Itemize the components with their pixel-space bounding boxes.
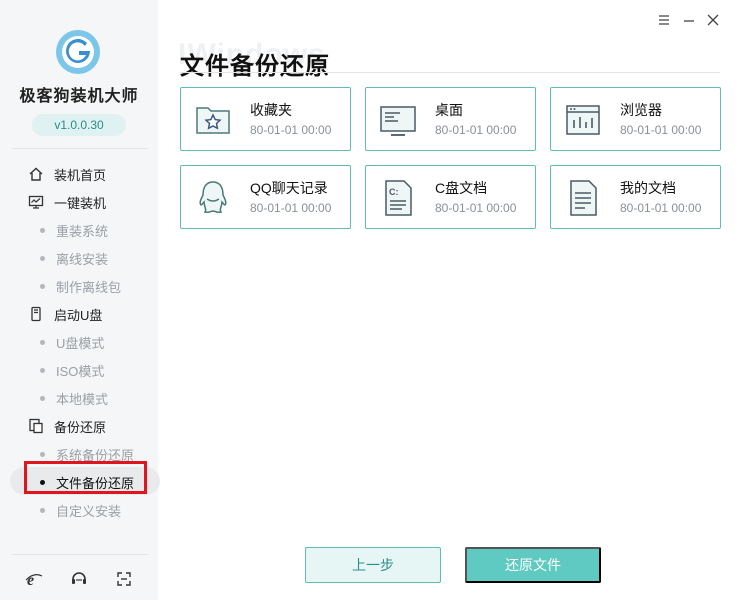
backup-card-qq[interactable]: QQ聊天记录 80-01-01 00:00	[180, 165, 351, 229]
backup-card-my-documents[interactable]: 我的文档 80-01-01 00:00	[550, 165, 721, 229]
card-date: 80-01-01 00:00	[620, 201, 702, 215]
bullet-dot	[40, 339, 45, 345]
page-title: 文件备份还原	[180, 53, 330, 80]
bullet-dot	[40, 451, 45, 457]
card-title: 收藏夹	[250, 102, 292, 118]
close-icon[interactable]	[705, 12, 721, 28]
annotation-highlight-box	[24, 461, 147, 494]
backup-card-desktop[interactable]: 桌面 80-01-01 00:00	[365, 87, 536, 151]
sidebar-item-label: 一键装机	[54, 195, 107, 211]
bullet-dot	[40, 255, 45, 261]
bullet-dot	[40, 507, 45, 513]
sidebar-item-reinstall[interactable]: 重装系统	[0, 216, 158, 244]
sidebar-item-iso-mode[interactable]: ISO模式	[0, 356, 158, 384]
sidebar-item-local-mode[interactable]: 本地模式	[0, 384, 158, 412]
sidebar-item-one-click[interactable]: 一键装机	[0, 188, 158, 216]
sidebar-item-offline-install[interactable]: 离线安装	[0, 244, 158, 272]
app-name: 极客狗装机大师	[19, 88, 139, 105]
fullscreen-icon[interactable]	[114, 569, 134, 589]
sidebar-item-make-offline[interactable]: 制作离线包	[0, 272, 158, 300]
card-title: 浏览器	[620, 102, 662, 118]
sidebar-item-home[interactable]: 装机首页	[0, 160, 158, 188]
desktop-icon	[380, 106, 416, 136]
prev-step-button[interactable]: 上一步	[305, 547, 441, 583]
sidebar-item-backup-restore[interactable]: 备份还原	[0, 412, 158, 440]
sidebar-item-label: 本地模式	[56, 391, 109, 407]
sidebar-item-label: 制作离线包	[56, 279, 122, 295]
sidebar-item-custom-install[interactable]: 自定义安装	[0, 496, 158, 524]
bullet-dot	[40, 395, 45, 401]
bullet-dot	[40, 367, 45, 373]
chat-icon[interactable]	[69, 569, 89, 589]
card-title: QQ聊天记录	[250, 180, 328, 196]
sidebar-item-label: 备份还原	[54, 419, 107, 435]
sidebar-item-label: 装机首页	[54, 167, 107, 183]
sidebar-item-label: 启动U盘	[54, 307, 103, 323]
card-title: 桌面	[435, 102, 463, 118]
home-icon	[28, 166, 44, 182]
favorites-folder-icon	[196, 107, 230, 134]
sidebar-divider	[12, 554, 148, 555]
ie-icon[interactable]: e	[24, 569, 44, 589]
app-window: 极客狗装机大师 v1.0.0.30 装机首页 一键装机 重装系统 离线安装 制作…	[0, 0, 740, 600]
restore-files-button[interactable]: 还原文件	[465, 547, 601, 583]
card-date: 80-01-01 00:00	[435, 123, 517, 137]
svg-text:e: e	[27, 572, 34, 588]
minimize-icon[interactable]	[681, 12, 697, 28]
qq-icon	[199, 181, 227, 214]
card-date: 80-01-01 00:00	[250, 201, 332, 215]
backup-card-c-drive[interactable]: C: C盘文档 80-01-01 00:00	[365, 165, 536, 229]
svg-text:C:: C:	[389, 187, 399, 197]
sidebar-item-label: 重装系统	[56, 223, 109, 239]
card-date: 80-01-01 00:00	[250, 123, 332, 137]
document-icon	[570, 180, 597, 216]
sidebar-item-label: 离线安装	[56, 251, 109, 267]
sidebar-bottom-toolbar: e	[0, 566, 158, 592]
card-date: 80-01-01 00:00	[435, 201, 517, 215]
version-badge: v1.0.0.30	[32, 114, 126, 136]
sidebar-item-label: 自定义安装	[56, 503, 122, 519]
sidebar-divider	[12, 148, 148, 149]
browser-icon	[566, 105, 600, 135]
backup-card-browser[interactable]: 浏览器 80-01-01 00:00	[550, 87, 721, 151]
card-date: 80-01-01 00:00	[620, 123, 702, 137]
sidebar-item-label: ISO模式	[56, 363, 105, 379]
c-drive-doc-icon: C:	[385, 180, 412, 216]
usb-icon	[28, 306, 44, 322]
menu-icon[interactable]	[656, 12, 672, 28]
card-title: 我的文档	[620, 180, 676, 196]
sidebar-item-usb-boot[interactable]: 启动U盘	[0, 300, 158, 328]
sidebar: 极客狗装机大师 v1.0.0.30 装机首页 一键装机 重装系统 离线安装 制作…	[0, 0, 160, 600]
monitor-icon	[28, 194, 44, 210]
app-logo-icon	[56, 30, 100, 74]
backup-card-favorites[interactable]: 收藏夹 80-01-01 00:00	[180, 87, 351, 151]
title-divider	[180, 72, 720, 73]
bullet-dot	[40, 283, 45, 289]
sidebar-item-label: U盘模式	[56, 335, 105, 351]
sidebar-item-usb-mode[interactable]: U盘模式	[0, 328, 158, 356]
card-title: C盘文档	[435, 180, 488, 196]
backup-icon	[28, 418, 44, 434]
bullet-dot	[40, 227, 45, 233]
